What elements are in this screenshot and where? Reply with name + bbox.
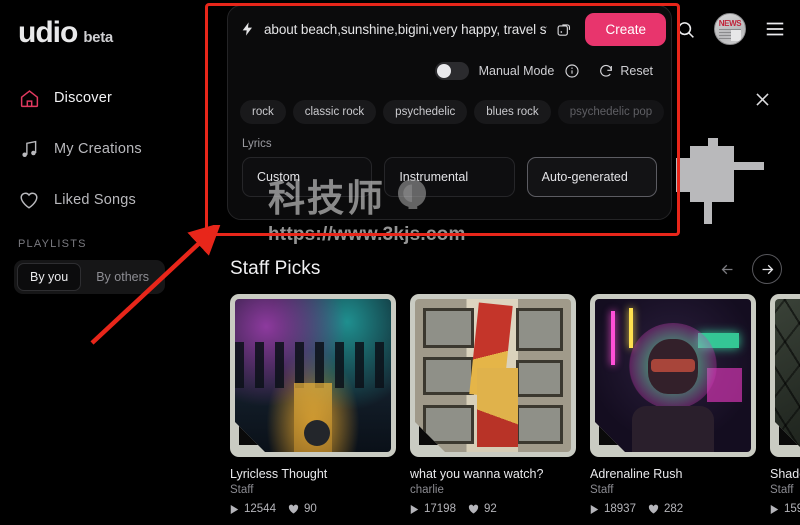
play-count: 1590 [770, 503, 800, 515]
refresh-icon [598, 63, 614, 79]
card-artwork[interactable] [230, 294, 396, 457]
tag-chip[interactable]: rock [240, 100, 286, 124]
corner-badge [415, 422, 445, 452]
lyrics-option-custom[interactable]: Custom [242, 157, 373, 197]
list-item[interactable]: Shade Staff 1590 [770, 294, 800, 515]
card-artwork[interactable] [770, 294, 800, 457]
card-title: Adrenaline Rush [590, 467, 683, 481]
staff-picks-section: Staff Picks Lyricless Thought Staff 1254… [230, 248, 800, 515]
reset-label: Reset [620, 64, 653, 78]
card-artist: Staff [230, 484, 254, 496]
like-count: 92 [468, 503, 497, 515]
music-note-icon [18, 138, 40, 160]
list-item[interactable]: Lyricless Thought Staff 12544 90 [230, 294, 396, 515]
mode-row: Manual Mode Reset [228, 52, 671, 86]
lyrics-option-auto-generated[interactable]: Auto-generated [526, 157, 657, 197]
playlist-filter-group: By you By others [14, 260, 166, 294]
home-icon [18, 87, 40, 109]
udio-app-window: udio beta Discover My Creations Liked So… [0, 0, 800, 525]
play-count: 18937 [590, 503, 636, 515]
card-list: Lyricless Thought Staff 12544 90 what yo… [230, 290, 800, 515]
sidebar-item-my-creations[interactable]: My Creations [14, 129, 206, 169]
main-content: NEWS about beach,sunshine,bigini,very ha… [220, 0, 800, 525]
corner-badge [595, 422, 625, 452]
sidebar-item-liked-songs[interactable]: Liked Songs [14, 180, 206, 220]
carousel-controls [712, 254, 782, 284]
card-artist: Staff [590, 484, 614, 496]
lyrics-label: Lyrics [242, 138, 272, 150]
card-title: Lyricless Thought [230, 467, 328, 481]
playlists-heading: PLAYLISTS [18, 238, 87, 250]
card-title: what you wanna watch? [410, 467, 544, 481]
like-count: 90 [288, 503, 317, 515]
play-icon [590, 504, 599, 514]
brand-beta-badge: beta [83, 29, 113, 46]
avatar[interactable]: NEWS [714, 13, 746, 45]
tag-chip[interactable]: psychedelic pop [557, 100, 665, 124]
tag-chips-row: rock classic rock psychedelic blues rock… [228, 86, 671, 128]
sidebar-item-discover[interactable]: Discover [14, 78, 206, 118]
brand-logo[interactable]: udio beta [14, 18, 206, 48]
prompt-input[interactable]: about beach,sunshine,bigini,very happy, … [264, 22, 547, 37]
brand-name: udio [18, 16, 78, 49]
hamburger-menu-icon[interactable] [760, 14, 790, 44]
sidebar-item-label: Discover [54, 90, 112, 106]
play-icon [770, 504, 779, 514]
prompt-bar: about beach,sunshine,bigini,very happy, … [228, 6, 671, 52]
generation-panel: about beach,sunshine,bigini,very happy, … [227, 5, 672, 220]
dice-shuffle-icon[interactable] [555, 21, 573, 38]
manual-mode-toggle[interactable] [434, 62, 469, 80]
card-artwork[interactable] [590, 294, 756, 457]
heart-icon [18, 189, 40, 211]
sidebar-item-label: My Creations [54, 141, 142, 157]
corner-badge [235, 422, 265, 452]
filter-by-you[interactable]: By you [17, 263, 82, 291]
close-icon[interactable] [753, 90, 772, 114]
like-count: 282 [648, 503, 683, 515]
filter-by-others[interactable]: By others [83, 263, 162, 291]
card-stats: 12544 90 [230, 503, 396, 515]
tag-chip[interactable]: classic rock [292, 100, 377, 124]
manual-mode-label: Manual Mode [478, 64, 555, 78]
avatar-label: NEWS [718, 19, 742, 28]
list-item[interactable]: what you wanna watch? charlie 17198 92 [410, 294, 576, 515]
broken-image-placeholder [668, 128, 778, 228]
arrow-right-icon[interactable] [752, 254, 782, 284]
info-circle-icon[interactable] [564, 63, 580, 79]
card-stats: 1590 [770, 503, 800, 515]
arrow-left-icon[interactable] [712, 254, 742, 284]
sidebar: udio beta Discover My Creations Liked So… [0, 0, 220, 525]
lightning-bolt-icon [240, 20, 256, 38]
play-count: 12544 [230, 503, 276, 515]
card-title: Shade [770, 467, 800, 481]
page-title: Staff Picks [230, 258, 321, 279]
search-icon[interactable] [670, 14, 700, 44]
heart-filled-icon [468, 504, 479, 514]
card-stats: 17198 92 [410, 503, 576, 515]
avatar-block-decor [731, 30, 741, 41]
header-actions: NEWS [670, 13, 790, 45]
play-icon [230, 504, 239, 514]
lyrics-option-instrumental[interactable]: Instrumental [384, 157, 515, 197]
section-header: Staff Picks [230, 248, 800, 290]
heart-filled-icon [648, 504, 659, 514]
card-artwork[interactable] [410, 294, 576, 457]
card-stats: 18937 282 [590, 503, 756, 515]
reset-button[interactable]: Reset [598, 63, 653, 79]
sidebar-item-label: Liked Songs [54, 192, 137, 208]
play-icon [410, 504, 419, 514]
tag-chip[interactable]: blues rock [474, 100, 551, 124]
play-count: 17198 [410, 503, 456, 515]
create-button[interactable]: Create [585, 12, 666, 46]
list-item[interactable]: Adrenaline Rush Staff 18937 282 [590, 294, 756, 515]
heart-filled-icon [288, 504, 299, 514]
lyrics-options: Custom Instrumental Auto-generated [228, 157, 671, 197]
card-artist: Staff [770, 484, 794, 496]
corner-badge [775, 422, 800, 452]
tag-chip[interactable]: psychedelic [383, 100, 468, 124]
card-artist: charlie [410, 484, 444, 496]
toggle-knob [436, 64, 451, 78]
